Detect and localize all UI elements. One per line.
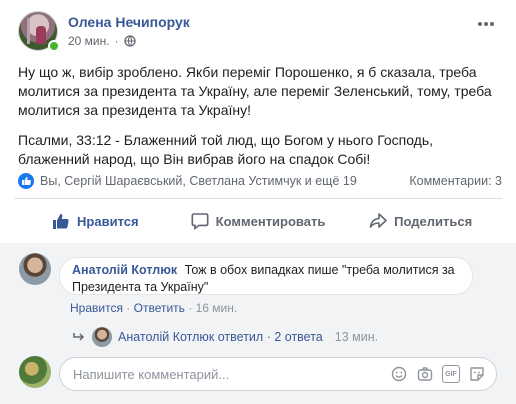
camera-icon[interactable] bbox=[416, 365, 434, 383]
post-actions: Нравится Комментировать Поделиться bbox=[14, 204, 502, 238]
commenter-avatar[interactable] bbox=[19, 253, 51, 285]
more-options-icon[interactable] bbox=[476, 15, 496, 33]
reactions-summary: Вы, Сергій Шараєвський, Светлана Устимчу… bbox=[18, 172, 502, 190]
post-body: Ну що ж, вибір зроблено. Якби переміг По… bbox=[18, 63, 502, 180]
share-icon bbox=[369, 213, 387, 228]
gif-icon[interactable]: GIF bbox=[442, 365, 460, 383]
comment-button[interactable]: Комментировать bbox=[177, 204, 340, 238]
like-button[interactable]: Нравится bbox=[14, 204, 177, 238]
share-button[interactable]: Поделиться bbox=[339, 204, 502, 238]
comment-author[interactable]: Анатолій Котлюк bbox=[72, 263, 177, 277]
comment-icon bbox=[191, 213, 209, 230]
reply-dot: · bbox=[266, 330, 271, 344]
post-paragraph: Ну що ж, вибір зроблено. Якби переміг По… bbox=[18, 64, 492, 118]
comment-input[interactable] bbox=[73, 358, 373, 390]
comment-reply-link[interactable]: Ответить bbox=[134, 301, 185, 315]
comment-bubble: Анатолій Котлюк Тож в обох випадках пише… bbox=[59, 257, 473, 295]
comment-time[interactable]: 16 мин. bbox=[196, 301, 238, 315]
share-button-label: Поделиться bbox=[394, 213, 473, 229]
comments-count[interactable]: Комментарии: 3 bbox=[409, 174, 502, 188]
post-author-name[interactable]: Олена Нечипорук bbox=[68, 14, 190, 30]
emoji-icon[interactable] bbox=[390, 365, 408, 383]
reply-author[interactable]: Анатолій Котлюк bbox=[118, 330, 214, 344]
reply-count[interactable]: 2 ответа bbox=[274, 330, 322, 344]
comment-composer: GIF bbox=[59, 357, 497, 391]
online-status-indicator bbox=[48, 40, 60, 52]
meta-separator: · bbox=[114, 34, 119, 48]
divider bbox=[14, 198, 502, 199]
post-header: Олена Нечипорук 20 мин. · bbox=[18, 11, 502, 55]
like-badge-icon[interactable] bbox=[18, 173, 34, 189]
reply-author-avatar bbox=[92, 327, 112, 347]
sticker-icon[interactable] bbox=[468, 365, 486, 383]
reactors-list[interactable]: Вы, Сергій Шараєвський, Светлана Устимчу… bbox=[40, 174, 409, 188]
like-button-label: Нравится bbox=[77, 213, 139, 229]
comment-like-link[interactable]: Нравится bbox=[70, 301, 123, 315]
post-meta: 20 мин. · bbox=[68, 34, 136, 48]
thumbs-up-icon bbox=[53, 214, 69, 229]
reply-arrow-icon bbox=[73, 333, 85, 341]
comment-dot: · bbox=[188, 301, 193, 315]
post-timestamp[interactable]: 20 мин. bbox=[68, 34, 110, 48]
current-user-avatar bbox=[19, 356, 51, 388]
globe-icon[interactable] bbox=[123, 35, 136, 47]
composer-tools: GIF bbox=[390, 365, 486, 383]
comments-section: Анатолій Котлюк Тож в обох випадках пише… bbox=[0, 243, 516, 404]
comment-button-label: Комментировать bbox=[215, 213, 326, 229]
reply-time: 13 мин. bbox=[334, 330, 379, 344]
replies-summary[interactable]: Анатолій Котлюк ответил · 2 ответа 13 ми… bbox=[72, 327, 378, 347]
post-paragraph: Псалми, 33:12 - Блаженний той люд, що Бо… bbox=[18, 132, 434, 167]
comment-dot: · bbox=[126, 301, 131, 315]
comment-actions: Нравится · Ответить · 16 мин. bbox=[70, 301, 237, 315]
reply-action: ответил bbox=[217, 330, 264, 344]
